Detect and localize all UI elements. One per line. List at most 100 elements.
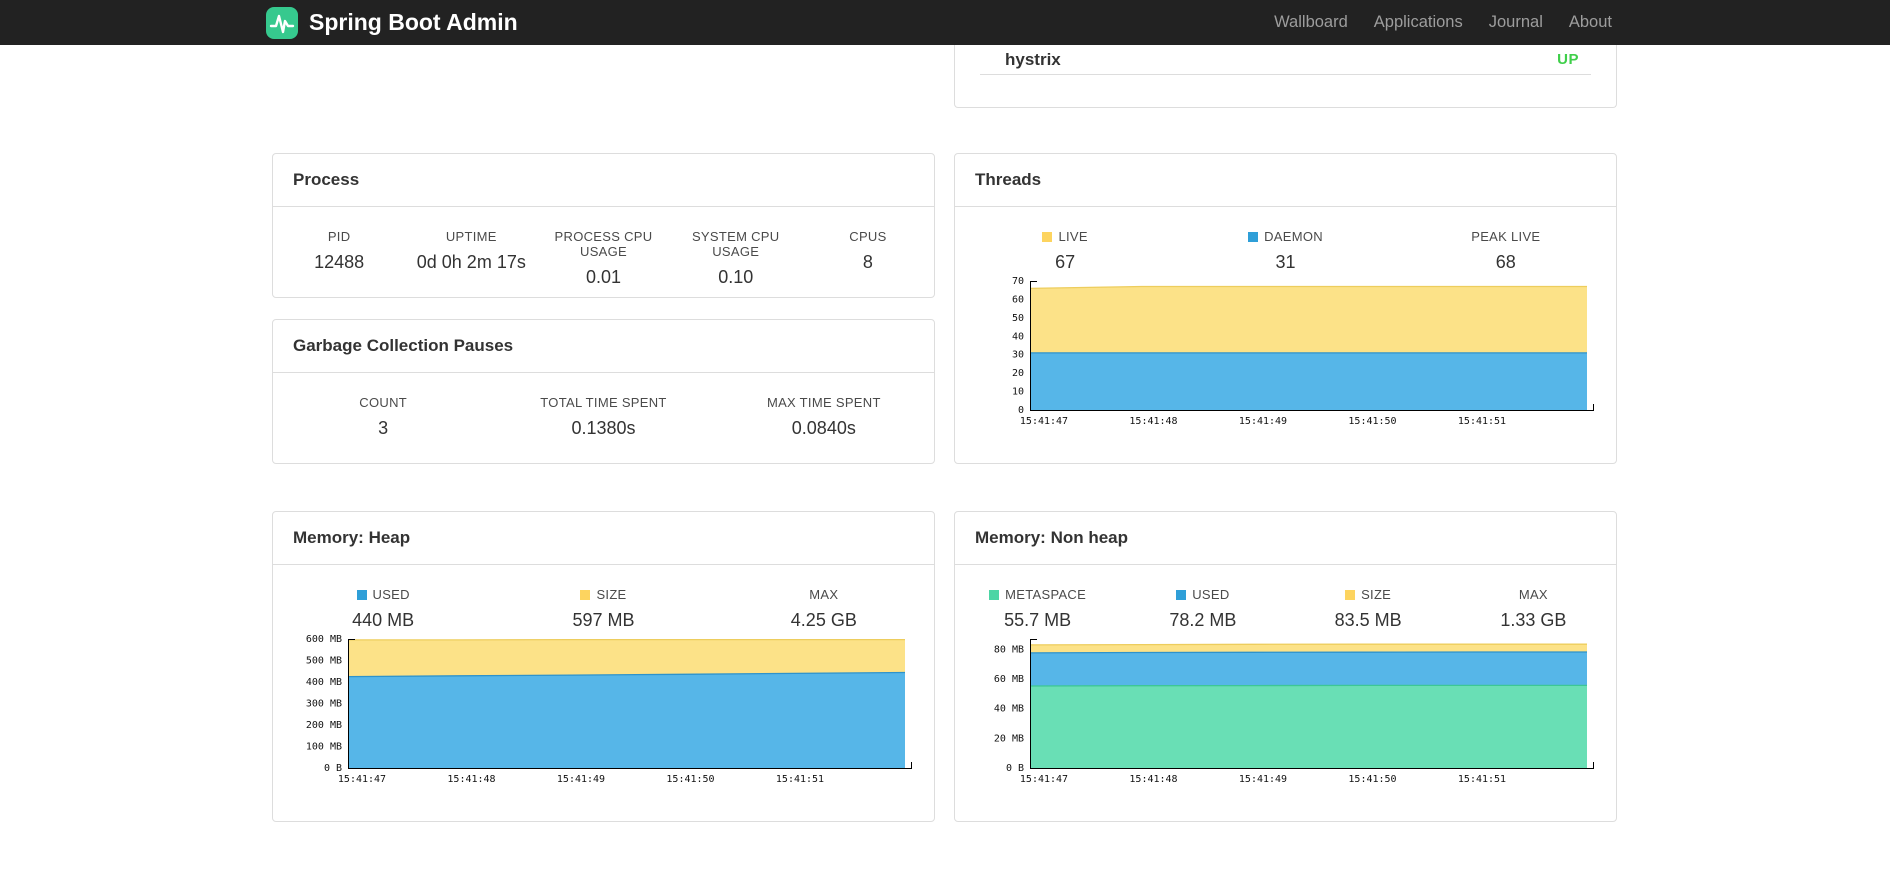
memory-heap-panel-title: Memory: Heap: [273, 512, 934, 565]
svg-text:0 B: 0 B: [1006, 763, 1024, 774]
gc-pauses-panel: Garbage Collection Pauses COUNT 3 TOTAL TI…: [272, 319, 935, 464]
memory-nonheap-legend: METASPACE 55.7 MB USED 78.2 MB SIZE 83.5 MB MA…: [955, 565, 1616, 630]
nav-link-journal[interactable]: Journal: [1476, 0, 1556, 45]
svg-text:200 MB: 200 MB: [306, 720, 342, 731]
svg-text:10: 10: [1012, 387, 1024, 398]
metric-label: DAEMON: [1175, 229, 1395, 244]
main-content: Process PID 12488 UPTIME 0d 0h 2m 17s PROCES…: [272, 45, 1618, 822]
metric-label: MAX: [809, 587, 839, 602]
metric-value: 1.33 GB: [1500, 610, 1567, 630]
metric: METASPACE 55.7 MB: [955, 587, 1120, 630]
metric: MAX TIME SPENT 0.0840s: [714, 395, 934, 438]
nav-link-applications[interactable]: Applications: [1361, 0, 1476, 45]
legend-swatch: [356, 590, 367, 600]
svg-text:80 MB: 80 MB: [994, 644, 1024, 655]
svg-text:50: 50: [1012, 313, 1024, 324]
svg-text:0 B: 0 B: [324, 763, 342, 774]
threads-panel-title: Threads: [955, 154, 1616, 207]
svg-text:20 MB: 20 MB: [994, 733, 1024, 744]
metric: TOTAL TIME SPENT 0.1380s: [493, 395, 713, 438]
metric: LIVE 67: [955, 229, 1175, 272]
svg-text:15:41:47: 15:41:47: [1020, 774, 1068, 785]
metric: SIZE 83.5 MB: [1286, 587, 1451, 630]
metric-value: 0.01: [585, 267, 622, 287]
nav-link-wallboard[interactable]: Wallboard: [1261, 0, 1361, 45]
metric-label: MAX: [1518, 587, 1548, 602]
legend-swatch: [1176, 590, 1187, 600]
spring-boot-admin-logo-icon: [265, 6, 299, 40]
svg-text:20: 20: [1012, 368, 1024, 379]
svg-text:300 MB: 300 MB: [306, 699, 342, 710]
right-column: hystrix UP Threads LIVE 67 DAEMON 31 PEAK LI…: [954, 45, 1617, 822]
metric-value: 8: [862, 252, 873, 272]
legend-swatch: [580, 590, 591, 600]
metric-label: CPUS: [849, 229, 887, 244]
svg-text:30: 30: [1012, 350, 1024, 361]
navbar: Spring Boot Admin Wallboard Applications…: [0, 0, 1890, 45]
metric-label: PID: [327, 229, 351, 244]
svg-text:100 MB: 100 MB: [306, 742, 342, 753]
metric: USED 78.2 MB: [1120, 587, 1285, 630]
svg-text:0: 0: [1018, 405, 1024, 416]
svg-text:15:41:50: 15:41:50: [1348, 416, 1396, 427]
svg-text:15:41:48: 15:41:48: [1129, 774, 1177, 785]
metric-label: UPTIME: [445, 229, 497, 244]
status-badge: UP: [1557, 51, 1579, 68]
svg-text:500 MB: 500 MB: [306, 656, 342, 667]
svg-text:15:41:49: 15:41:49: [557, 774, 605, 785]
metric-value: 0d 0h 2m 17s: [416, 252, 526, 272]
svg-text:15:41:51: 15:41:51: [776, 774, 824, 785]
metric-label: USED: [1120, 587, 1285, 602]
metric-value: 78.2 MB: [1169, 610, 1237, 630]
threads-panel: Threads LIVE 67 DAEMON 31 PEAK LIVE 68 0 10 20 3…: [954, 153, 1617, 464]
application-row[interactable]: hystrix UP: [980, 45, 1591, 75]
application-name[interactable]: hystrix: [1005, 50, 1061, 70]
svg-text:600 MB: 600 MB: [306, 634, 342, 645]
metric: PID 12488: [273, 229, 405, 272]
svg-text:40 MB: 40 MB: [994, 704, 1024, 715]
metric: SIZE 597 MB: [493, 587, 713, 630]
memory-nonheap-panel: Memory: Non heap METASPACE 55.7 MB USED 78.…: [954, 511, 1617, 822]
svg-text:40: 40: [1012, 331, 1024, 342]
metric-label: PROCESS CPU USAGE: [554, 229, 653, 259]
svg-text:15:41:49: 15:41:49: [1239, 774, 1287, 785]
metric-value: 68: [1495, 252, 1516, 272]
metric-value: 440 MB: [352, 610, 415, 630]
left-column: Process PID 12488 UPTIME 0d 0h 2m 17s PROCES…: [272, 45, 935, 822]
svg-text:15:41:48: 15:41:48: [1129, 416, 1177, 427]
brand-link[interactable]: Spring Boot Admin: [265, 6, 518, 40]
memory-heap-panel: Memory: Heap USED 440 MB SIZE 597 MB MAX 4.25…: [272, 511, 935, 822]
metric-value: 12488: [314, 252, 365, 272]
metric-label: METASPACE: [955, 587, 1120, 602]
applications-panel-partial: hystrix UP: [954, 45, 1617, 108]
memory-nonheap-panel-title: Memory: Non heap: [955, 512, 1616, 565]
metric-value: 0.0840s: [791, 418, 856, 438]
metric-value: 55.7 MB: [1004, 610, 1072, 630]
metric: USED 440 MB: [273, 587, 493, 630]
metric-label: MAX TIME SPENT: [766, 395, 881, 410]
metric: COUNT 3: [273, 395, 493, 438]
brand-title: Spring Boot Admin: [309, 9, 518, 35]
nav-link-about[interactable]: About: [1556, 0, 1625, 45]
svg-text:70: 70: [1012, 276, 1024, 287]
svg-text:400 MB: 400 MB: [306, 677, 342, 688]
gc-panel-title: Garbage Collection Pauses: [273, 320, 934, 373]
metric: DAEMON 31: [1175, 229, 1395, 272]
metric: CPUS 8: [802, 229, 934, 272]
svg-text:15:41:47: 15:41:47: [1020, 416, 1068, 427]
memory-heap-legend: USED 440 MB SIZE 597 MB MAX 4.25 GB: [273, 565, 934, 630]
metric-label: TOTAL TIME SPENT: [540, 395, 667, 410]
threads-legend: LIVE 67 DAEMON 31 PEAK LIVE 68: [955, 207, 1616, 272]
metric: UPTIME 0d 0h 2m 17s: [405, 229, 537, 272]
process-metrics: PID 12488 UPTIME 0d 0h 2m 17s PROCESS CPU US…: [273, 207, 934, 287]
metric-label: SYSTEM CPU USAGE: [691, 229, 780, 259]
metric-label: SIZE: [493, 587, 713, 602]
legend-swatch: [989, 590, 1000, 600]
legend-swatch: [1248, 232, 1259, 242]
svg-text:15:41:47: 15:41:47: [338, 774, 386, 785]
metric-value: 67: [1055, 252, 1076, 272]
svg-text:15:41:51: 15:41:51: [1458, 774, 1506, 785]
metric: PEAK LIVE 68: [1396, 229, 1616, 272]
metric-label: USED: [273, 587, 493, 602]
nav-links: Wallboard Applications Journal About: [1261, 0, 1625, 45]
